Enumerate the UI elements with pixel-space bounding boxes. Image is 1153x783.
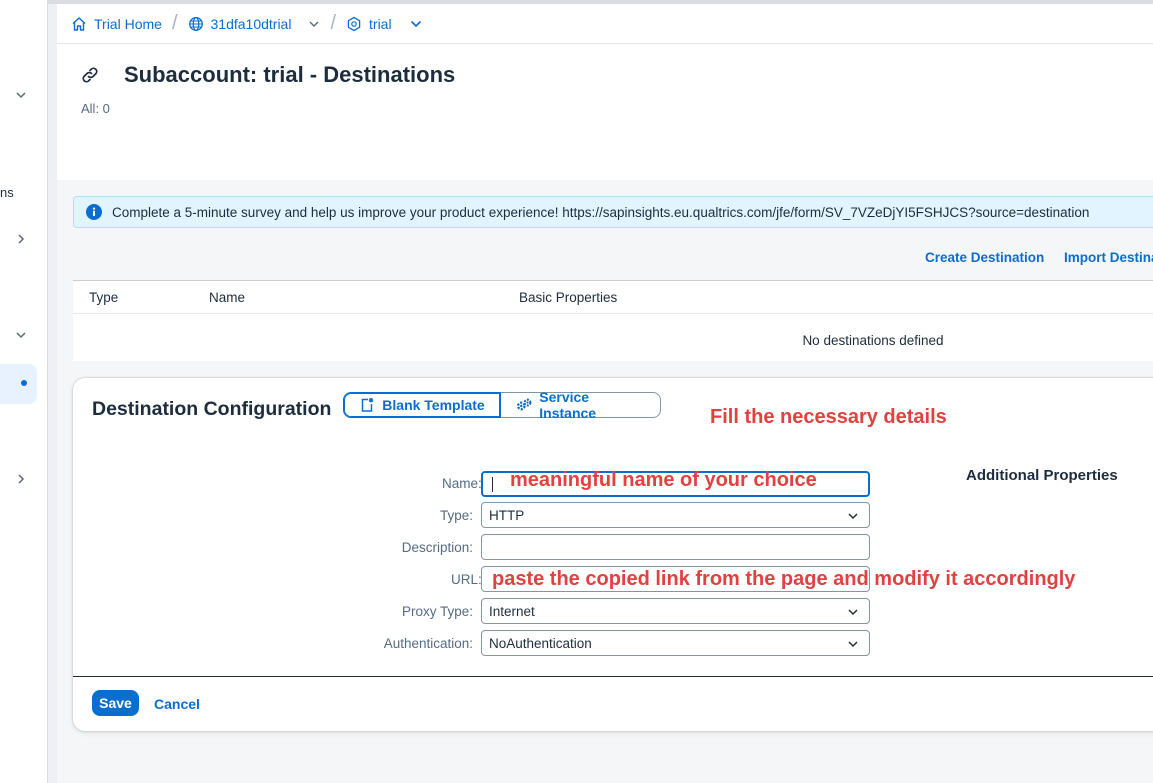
description-label: Description: [401,540,473,555]
chevron-down-icon[interactable] [847,510,859,522]
breadcrumb-subaccount[interactable]: trial [346,16,423,32]
chevron-down-icon[interactable] [14,88,28,102]
type-label: Type: [439,508,473,523]
type-select[interactable]: HTTP [481,502,870,528]
annotation-url-hint: paste the copied link from the page and … [492,568,1076,590]
info-banner: Complete a 5-minute survey and help us i… [73,196,1153,228]
authentication-value: NoAuthentication [489,635,592,651]
page-title-row: Subaccount: trial - Destinations [79,62,455,88]
form-labels: Name:* Type: Description: URL:* Proxy Ty… [73,378,489,678]
chevron-down-icon[interactable] [409,17,423,31]
proxy-type-label: Proxy Type: [401,604,473,619]
main-content: Trial Home / 31dfa10dtrial / trial Subac… [57,4,1153,783]
annotation-name-hint: meaningful name of your choice [510,469,817,491]
service-instance-icon [516,398,532,411]
subaccount-icon [347,16,361,31]
link-icon [82,67,98,83]
service-instance-button[interactable]: Service Instance [501,389,661,421]
side-navigation: ns [0,0,48,783]
authentication-label: Authentication: [383,636,473,651]
breadcrumb-subaccount-label: trial [369,15,392,32]
table-body: No destinations defined [73,281,1153,362]
home-icon [72,16,86,31]
breadcrumb-separator: / [171,12,178,34]
page-header: Trial Home / 31dfa10dtrial / trial Subac… [57,4,1153,180]
proxy-type-select[interactable]: Internet [481,598,870,624]
additional-properties-title: Additional Properties [966,467,1118,484]
selected-dot-icon [21,380,27,386]
create-destination-button[interactable]: Create Destination [925,250,1044,265]
sidebar-item-selected[interactable] [0,364,37,404]
destination-count: All: 0 [81,101,110,116]
info-banner-text[interactable]: Complete a 5-minute survey and help us i… [112,205,1089,220]
page-title: Subaccount: trial - Destinations [124,62,456,87]
service-instance-label: Service Instance [539,389,597,421]
description-input[interactable] [481,534,870,560]
empty-table-text: No destinations defined [802,333,944,348]
cancel-button[interactable]: Cancel [154,696,200,712]
chevron-down-icon[interactable] [308,18,320,30]
save-button[interactable]: Save [92,690,139,716]
breadcrumb-global-account-label: 31dfa10dtrial [210,15,292,32]
breadcrumb-separator: / [330,12,337,34]
import-destinations-button[interactable]: Import Destinations [1064,250,1153,265]
proxy-type-value: Internet [489,603,535,619]
chevron-right-icon[interactable] [14,472,28,486]
chevron-down-icon[interactable] [847,638,859,650]
footer-divider [73,676,1153,677]
breadcrumb-home[interactable]: Trial Home [71,16,162,32]
sidebar-item-label[interactable]: ns [0,185,14,200]
destination-configuration-panel: Destination Configuration Blank Template… [73,378,1153,731]
info-icon [86,204,102,220]
type-value: HTTP [489,507,525,523]
text-cursor [492,476,493,492]
destinations-table: Type Name Basic Properties No destinatio… [73,280,1153,361]
chevron-down-icon[interactable] [847,606,859,618]
annotation-fill-details: Fill the necessary details [710,406,947,428]
breadcrumb-global-account[interactable]: 31dfa10dtrial [188,16,321,32]
chevron-right-icon[interactable] [14,232,28,246]
breadcrumb: Trial Home / 31dfa10dtrial / trial [57,4,1153,44]
authentication-select[interactable]: NoAuthentication [481,630,870,656]
chevron-down-icon[interactable] [14,328,28,342]
globe-icon [188,16,203,31]
breadcrumb-home-label: Trial Home [94,15,162,32]
